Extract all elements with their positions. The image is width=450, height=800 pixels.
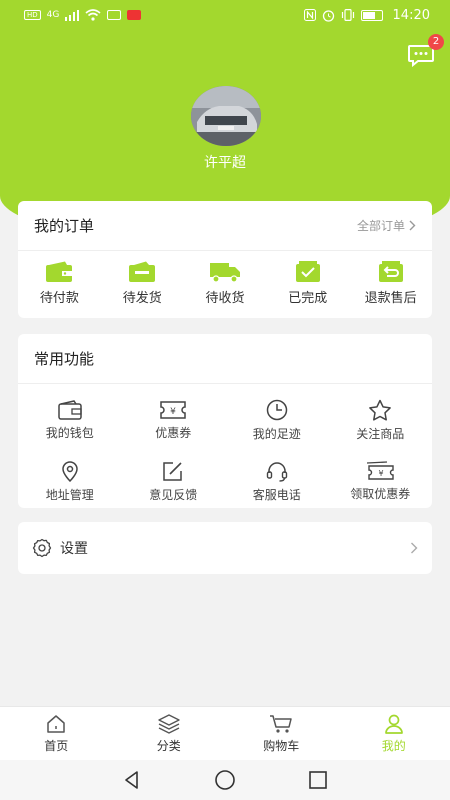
status-bar: HD 4G 14:20 [0,0,450,30]
message-badge: 2 [428,34,444,50]
clock-icon [266,399,287,421]
func-label: 客服电话 [252,488,301,502]
battery-icon [360,9,383,21]
orders-header: 我的订单 全部订单 [18,201,432,251]
functions-header: 常用功能 [18,334,432,384]
settings-row[interactable]: 设置 [18,522,432,574]
orders-card: 我的订单 全部订单 待付款 待发货 待收货 已完成 退款售后 [18,201,432,318]
order-pending-shipment[interactable]: 待发货 [101,261,184,306]
func-label: 意见反馈 [149,488,198,502]
avatar[interactable] [191,86,261,146]
cart-icon [270,714,292,733]
truck-icon [209,263,240,283]
alarm-icon [322,9,334,22]
edit-icon [163,462,182,481]
func-footprint[interactable]: 我的足迹 [225,390,329,451]
func-favorites[interactable]: 关注商品 [329,390,433,451]
check-box-icon [295,261,320,282]
func-label: 我的钱包 [45,426,94,440]
order-item-label: 退款售后 [364,291,417,306]
order-refund[interactable]: 退款售后 [349,261,432,306]
functions-title: 常用功能 [34,350,95,368]
svg-text:¥: ¥ [170,407,176,417]
status-time: 14:20 [392,7,430,23]
all-orders-link[interactable]: 全部订单 [357,217,416,234]
tab-label: 购物车 [263,738,300,753]
system-nav-bar [0,760,450,800]
settings-label: 设置 [60,541,88,557]
home-icon [47,714,65,733]
func-wallet[interactable]: 我的钱包 [18,390,122,451]
layers-icon [158,713,180,734]
func-label: 地址管理 [45,488,94,502]
tab-home[interactable]: 首页 [0,707,113,760]
recents-icon[interactable] [308,770,328,790]
order-pending-receipt[interactable]: 待收货 [184,261,267,306]
signal-bars-icon [65,9,80,21]
func-feedback[interactable]: 意见反馈 [122,451,226,512]
tab-mine[interactable]: 我的 [338,707,450,760]
order-completed[interactable]: 已完成 [266,261,349,306]
nfc-icon [303,9,316,21]
orders-title: 我的订单 [34,217,95,235]
order-item-label: 待收货 [205,291,245,306]
order-item-label: 待发货 [122,291,162,306]
bottom-tab-bar: 首页 分类 购物车 我的 [0,706,450,760]
all-orders-label: 全部订单 [356,219,405,233]
wallet-icon [58,400,82,420]
coupon-icon: ¥ [160,401,186,419]
avatar-image [191,86,261,146]
signal-icon: 4G [46,10,60,20]
home-circle-icon[interactable] [214,769,236,791]
tab-cart[interactable]: 购物车 [225,707,338,760]
user-icon [384,714,403,734]
gear-icon [32,538,52,558]
tab-label: 我的 [381,738,406,753]
username[interactable]: 许平超 [0,152,450,172]
func-label: 关注商品 [356,427,405,441]
headset-icon [266,462,287,482]
func-address[interactable]: 地址管理 [18,451,122,512]
svg-text:¥: ¥ [379,469,384,478]
app-notification-icon [107,10,122,20]
tab-label: 分类 [156,738,181,753]
refund-icon [378,261,403,282]
func-support-phone[interactable]: 客服电话 [225,451,329,512]
order-item-label: 待付款 [39,291,79,306]
hd-indicator: HD [24,10,41,20]
func-get-coupon[interactable]: ¥ 领取优惠券 [329,451,433,512]
order-item-label: 已完成 [288,291,328,306]
wallet-box-icon [129,261,156,282]
star-icon [369,399,392,421]
back-icon[interactable] [122,770,142,790]
chevron-right-icon [409,220,416,231]
func-label: 领取优惠券 [350,487,411,501]
order-pending-payment[interactable]: 待付款 [18,261,101,306]
vibrate-icon [341,9,354,21]
wallet-icon [46,261,73,282]
chevron-right-icon [411,542,418,554]
location-icon [61,461,78,482]
tab-category[interactable]: 分类 [113,707,226,760]
functions-card: 常用功能 我的钱包 ¥ 优惠券 我的足迹 关注商品 地址管理 意见反馈 客服电话… [18,334,432,508]
func-label: 优惠券 [155,426,192,440]
wifi-icon [85,9,101,21]
coupon-get-icon: ¥ [367,461,394,480]
app-notification-icon-2 [127,10,142,20]
tab-label: 首页 [44,738,69,753]
func-coupon[interactable]: ¥ 优惠券 [122,390,226,451]
func-label: 我的足迹 [252,427,301,441]
